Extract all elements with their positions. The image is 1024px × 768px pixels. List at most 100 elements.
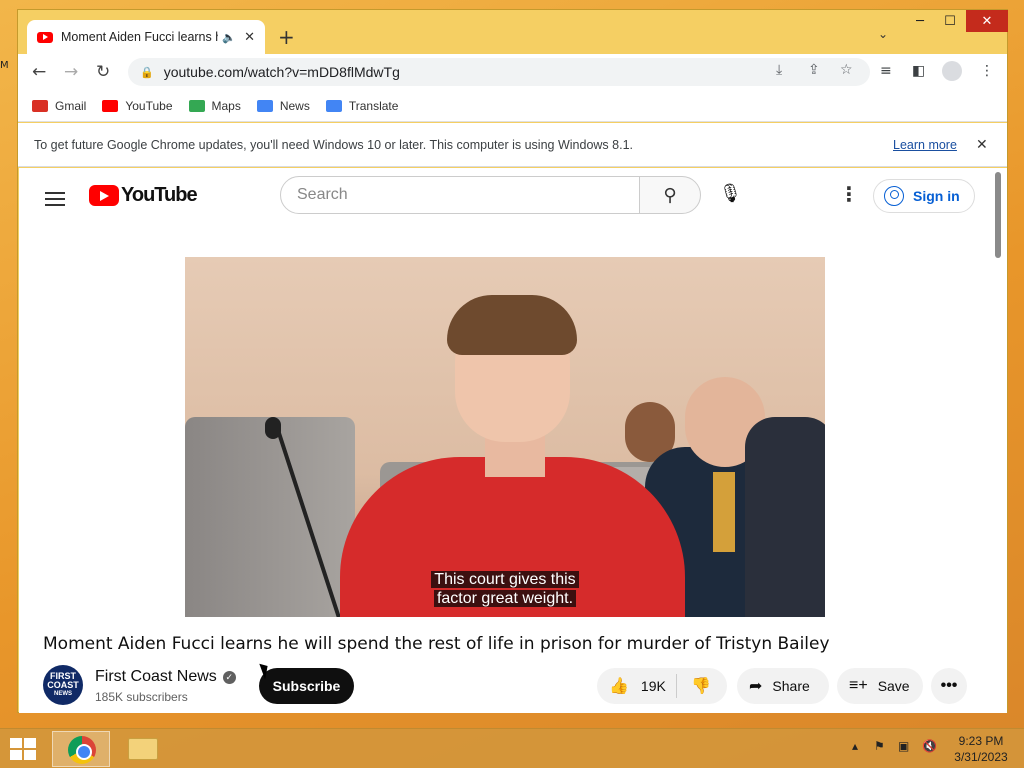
chrome-menu-icon[interactable]: ⋮ <box>980 63 994 79</box>
video-frame-person-right <box>745 417 825 617</box>
bookmark-maps[interactable]: Maps <box>188 98 241 113</box>
forward-arrow-icon[interactable]: → <box>64 62 78 82</box>
caption-line-2: factor great weight. <box>433 590 577 607</box>
close-window-button[interactable]: ✕ <box>966 10 1008 32</box>
youtube-play-icon <box>89 185 119 206</box>
hamburger-menu-icon[interactable] <box>45 188 65 210</box>
volume-icon[interactable]: 🔇 <box>922 739 937 753</box>
tab-title: Moment Aiden Fucci learns he will spend … <box>61 30 218 44</box>
dislike-button[interactable]: 👎 <box>691 676 711 696</box>
address-bar[interactable]: 🔒 youtube.com/watch?v=mDD8flMdwTg <box>128 58 870 86</box>
infobar-close-icon[interactable]: ✕ <box>976 136 988 153</box>
browser-window: Moment Aiden Fucci learns he will spend … <box>17 9 1008 713</box>
bookmark-label: Maps <box>211 98 241 113</box>
clock-time: 9:23 PM <box>958 734 1004 748</box>
folder-icon <box>128 738 158 760</box>
share-label: Share <box>772 678 810 694</box>
account-icon <box>884 186 904 206</box>
bookmark-youtube[interactable]: YouTube <box>102 98 173 113</box>
search-button[interactable]: ⚲ <box>639 176 701 214</box>
page-scrollbar[interactable] <box>995 172 1001 258</box>
search-icon: ⚲ <box>663 184 677 206</box>
infobar-message: To get future Google Chrome updates, you… <box>34 137 633 152</box>
news-icon <box>256 99 273 112</box>
update-infobar: To get future Google Chrome updates, you… <box>18 123 1007 167</box>
bookmarks-bar: Gmail YouTube Maps News Translate <box>18 90 1007 122</box>
youtube-favicon-icon <box>37 31 53 43</box>
title-bar: Moment Aiden Fucci learns he will spend … <box>18 10 1008 54</box>
bookmark-label: YouTube <box>125 98 173 113</box>
channel-name[interactable]: First Coast News ✓ <box>95 668 236 686</box>
sign-in-label: Sign in <box>913 188 960 204</box>
video-caption: This court gives this factor great weigh… <box>429 570 581 608</box>
reload-icon[interactable]: ↻ <box>96 62 110 82</box>
install-app-icon[interactable]: ⤓ <box>776 62 782 78</box>
channel-name-text: First Coast News <box>95 668 217 685</box>
channel-avatar-line-3: NEWS <box>54 690 72 697</box>
channel-avatar-line-2: COAST <box>47 679 79 690</box>
minimize-button[interactable]: ─ <box>906 10 934 32</box>
bookmark-translate[interactable]: Translate <box>325 98 399 113</box>
bookmark-star-icon[interactable]: ☆ <box>840 62 853 78</box>
gmail-icon <box>32 99 48 112</box>
sign-in-button[interactable]: Sign in <box>873 179 975 213</box>
thumbs-up-icon: 👍 <box>609 678 629 695</box>
share-page-icon[interactable]: ⇪ <box>808 62 820 78</box>
back-arrow-icon[interactable]: ← <box>32 62 46 82</box>
side-panel-icon[interactable]: ◧ <box>912 63 925 79</box>
url-text: youtube.com/watch?v=mDD8flMdwTg <box>163 64 400 80</box>
save-button[interactable]: ≡+ Save <box>837 668 923 704</box>
youtube-wordmark: YouTube <box>121 184 198 206</box>
network-icon[interactable]: ▣ <box>898 739 909 753</box>
windows-logo-icon <box>10 750 22 760</box>
tray-expand-icon[interactable]: ▴ <box>852 739 858 753</box>
browser-tab-active[interactable]: Moment Aiden Fucci learns he will spend … <box>27 20 265 54</box>
desktop-icon-fragment: M <box>0 60 9 71</box>
tab-search-chevron-icon[interactable]: ⌄ <box>878 27 888 41</box>
maximize-button[interactable]: ☐ <box>936 10 964 32</box>
new-tab-button[interactable]: + <box>278 25 295 49</box>
bookmark-label: News <box>279 98 310 113</box>
learn-more-link[interactable]: Learn more <box>893 138 957 152</box>
thumbs-down-icon: 👎 <box>691 678 711 695</box>
channel-avatar[interactable]: FIRST COAST NEWS <box>43 665 83 705</box>
settings-more-icon[interactable]: ⋮ <box>839 182 859 206</box>
tab-close-icon[interactable]: ✕ <box>244 30 255 45</box>
more-actions-button[interactable]: ••• <box>931 668 967 704</box>
video-player[interactable]: This court gives this factor great weigh… <box>185 257 825 617</box>
action-center-flag-icon[interactable]: ⚑ <box>874 739 885 753</box>
subscribe-button[interactable]: Subscribe <box>259 668 354 704</box>
windows-taskbar: ▴ ⚑ ▣ 🔇 9:23 PM 3/31/2023 <box>0 728 1024 768</box>
start-button[interactable] <box>10 738 36 760</box>
windows-logo-icon <box>10 738 22 748</box>
taskbar-chrome-button[interactable] <box>52 731 110 767</box>
video-frame-defendant-hair <box>447 295 577 355</box>
youtube-page: YouTube Search ⚲ 🎙 ⋮ Sign in This court … <box>19 168 1007 713</box>
youtube-icon <box>102 99 119 112</box>
like-button[interactable]: 👍 19K <box>597 674 677 698</box>
youtube-logo[interactable]: YouTube <box>89 184 198 207</box>
video-frame-officer-tie <box>713 472 735 552</box>
save-label: Save <box>877 678 910 694</box>
speaker-icon[interactable]: 🔈 <box>222 31 236 44</box>
profile-avatar-icon[interactable] <box>942 61 962 81</box>
subscriber-count: 185K subscribers <box>95 690 188 704</box>
translate-icon <box>325 99 342 112</box>
share-arrow-icon: ➦ <box>749 678 763 695</box>
video-title: Moment Aiden Fucci learns he will spend … <box>43 634 830 654</box>
bookmark-label: Gmail <box>55 98 87 113</box>
lock-icon[interactable]: 🔒 <box>140 66 154 79</box>
bookmark-gmail[interactable]: Gmail <box>32 99 86 113</box>
windows-logo-icon <box>24 738 36 748</box>
taskbar-file-explorer-button[interactable] <box>112 731 170 767</box>
search-input[interactable]: Search <box>280 176 640 214</box>
bookmark-label: Translate <box>348 98 399 113</box>
like-dislike-group: 👍 19K 👎 <box>597 668 727 704</box>
microphone-icon[interactable]: 🎙 <box>719 183 742 204</box>
chrome-icon <box>68 736 96 764</box>
system-clock[interactable]: 9:23 PM 3/31/2023 <box>948 733 1014 765</box>
share-button[interactable]: ➦ Share <box>737 668 829 704</box>
bookmark-news[interactable]: News <box>256 98 310 113</box>
media-control-icon[interactable]: ≡ <box>880 63 892 79</box>
maps-icon <box>188 99 205 112</box>
